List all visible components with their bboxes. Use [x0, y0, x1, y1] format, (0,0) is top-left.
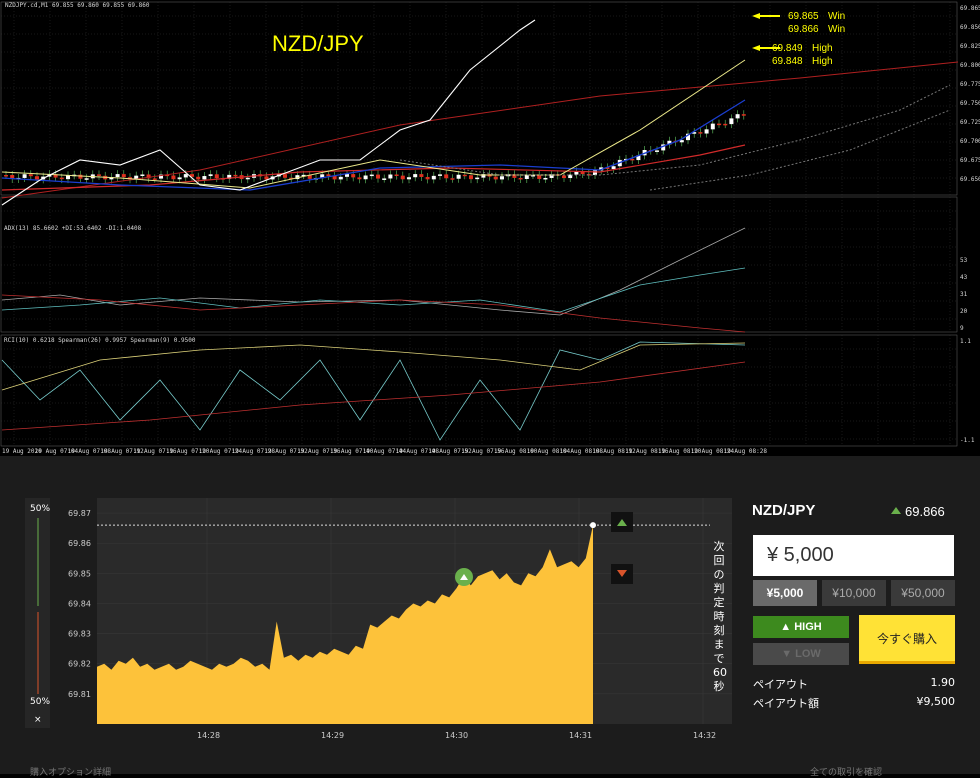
price-tick: 69.825	[960, 43, 980, 50]
high-label: HIGH	[794, 621, 822, 633]
mt4-chart-window: NZDJPY.cd,M1 69.855 69.860 69.855 69.860…	[0, 0, 980, 456]
buy-now-button[interactable]: 今すぐ購入	[859, 615, 955, 664]
x-tick: 14:29	[321, 731, 344, 740]
annotation-label: High	[812, 56, 833, 67]
time-tick: 19 Aug 08:28	[724, 448, 768, 455]
countdown-char: 秒	[713, 680, 725, 693]
chip-10000[interactable]: ¥10,000	[822, 580, 886, 606]
adx-tick: 9	[960, 325, 964, 332]
mt4-pair-label: NZD/JPY	[272, 31, 364, 56]
adx-tick: 53	[960, 257, 968, 264]
x-tick: 14:31	[569, 731, 592, 740]
payout-label: ペイアウト	[753, 678, 808, 691]
x-tick: 14:28	[197, 731, 220, 740]
price-tick: 69.865	[960, 5, 980, 12]
amount-input[interactable]: ¥ 5,000	[753, 535, 954, 576]
x-tick: 14:30	[445, 731, 468, 740]
annotation-price: 69.865	[788, 11, 819, 22]
chip-5000[interactable]: ¥5,000	[753, 580, 817, 606]
countdown-char: 次	[713, 540, 725, 553]
y-tick: 69.84	[68, 599, 91, 608]
countdown-text: 次回の判定時刻まで 60 秒	[713, 540, 727, 694]
annotation-label: Win	[828, 11, 845, 22]
adx-tick: 43	[960, 274, 968, 281]
payout-amount-row: ペイアウト額 ¥9,500	[753, 695, 955, 711]
adx-tick: 20	[960, 308, 968, 315]
payout-amount-label: ペイアウト額	[753, 697, 819, 710]
x-tick: 14:32	[693, 731, 716, 740]
payout-value: 1.90	[930, 676, 956, 689]
annotation-price: 69.848	[772, 56, 803, 67]
low-label: LOW	[795, 648, 821, 660]
chip-50000[interactable]: ¥50,000	[891, 580, 955, 606]
y-tick: 69.86	[68, 539, 91, 548]
annotation-price: 69.866	[788, 24, 819, 35]
up-arrow-icon	[891, 507, 901, 514]
countdown-char: 刻	[713, 624, 725, 637]
highlow-trade-panel: 50% 50% × 69.87 69.86 69.85 69.84 69.83 69.82…	[0, 456, 980, 774]
highlow-chart-svg: 50% 50% × 69.87 69.86 69.85 69.84 69.83 69.82…	[25, 498, 732, 740]
countdown-char: の	[713, 568, 725, 581]
trade-price: 69.866	[905, 504, 945, 519]
adx-tick: 31	[960, 291, 968, 298]
price-tick: 69.750	[960, 100, 980, 107]
countdown-char: 判	[713, 582, 725, 595]
annotation-label: High	[812, 43, 833, 54]
countdown-char: 時	[713, 610, 725, 623]
mt4-chart-svg: NZDJPY.cd,M1 69.855 69.860 69.855 69.860…	[0, 1, 980, 455]
price-tick: 69.800	[960, 62, 980, 69]
countdown-char: 60	[713, 666, 727, 679]
trade-pair: NZD/JPY	[752, 502, 816, 519]
countdown-char: ま	[713, 638, 725, 651]
y-tick: 69.85	[68, 569, 91, 578]
annotation-label: Win	[828, 24, 845, 35]
mt4-header: NZDJPY.cd,M1 69.855 69.860 69.855 69.860	[5, 2, 150, 9]
high-button[interactable]: ▲ HIGH	[753, 616, 849, 638]
rci-tick: 1.1	[960, 338, 971, 345]
price-tick: 69.700	[960, 138, 980, 145]
option-details-link[interactable]: 購入オプション詳細	[30, 765, 111, 778]
y-tick: 69.83	[68, 630, 91, 639]
price-tick: 69.850	[960, 24, 980, 31]
price-tick: 69.775	[960, 81, 980, 88]
close-icon[interactable]: ×	[34, 715, 42, 725]
countdown-char: 回	[713, 554, 725, 567]
pct-top: 50%	[30, 504, 50, 514]
countdown-char: で	[713, 652, 725, 665]
low-button[interactable]: ▼ LOW	[753, 643, 849, 665]
pct-bottom: 50%	[30, 697, 50, 707]
adx-label: ADX(13) 85.6602 +DI:53.6402 -DI:1.0408	[4, 225, 142, 232]
y-tick: 69.81	[68, 690, 91, 699]
entry-marker-icon	[455, 568, 473, 586]
price-tick: 69.650	[960, 176, 980, 183]
price-tick: 69.675	[960, 157, 980, 164]
countdown-char: 定	[713, 596, 725, 609]
current-price-dot	[590, 522, 596, 529]
candlesticks	[4, 110, 746, 184]
rci-tick: -1.1	[960, 437, 975, 444]
y-tick: 69.82	[68, 660, 91, 669]
annotation-price: 69.849	[772, 43, 803, 54]
all-trades-link[interactable]: 全ての取引を確認	[810, 765, 882, 778]
payout-amount-value: ¥9,500	[916, 695, 956, 708]
y-tick: 69.87	[68, 509, 91, 518]
payout-row: ペイアウト 1.90	[753, 676, 955, 692]
price-tick: 69.725	[960, 119, 980, 126]
rci-label: RCI(10) 0.6218 Spearman(26) 0.9957 Spear…	[4, 337, 196, 344]
